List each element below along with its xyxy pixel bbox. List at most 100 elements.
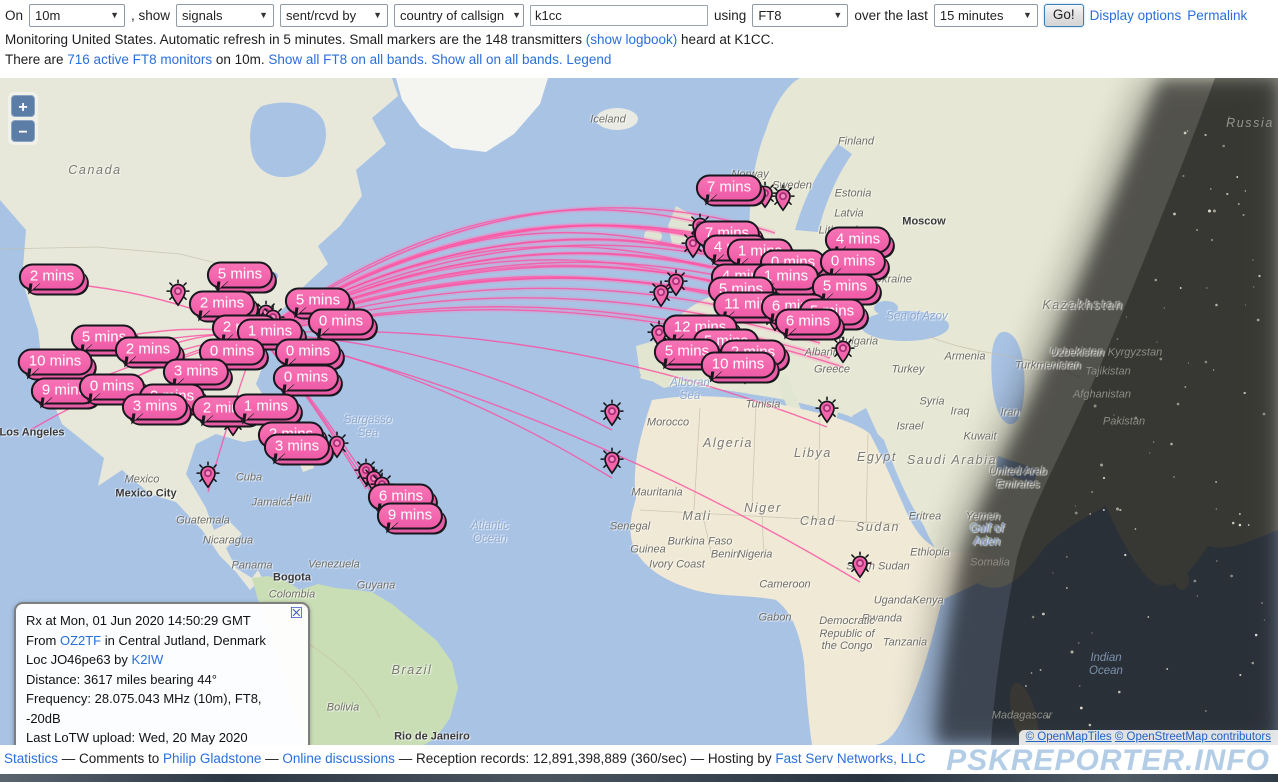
monitor-balloon[interactable]: 2 mins [189, 291, 255, 318]
transmitter-pin[interactable] [601, 400, 624, 433]
show-label: , show [131, 8, 170, 23]
monitor-balloon[interactable]: 0 mins [275, 339, 341, 366]
city-light [1032, 616, 1035, 619]
status-line-2: There are 716 active FT8 monitors on 10m… [5, 52, 611, 67]
permalink-link[interactable]: Permalink [1187, 8, 1247, 23]
city-light [1075, 505, 1076, 506]
city-light [1263, 413, 1266, 416]
city-light [1091, 491, 1093, 493]
city-light [1244, 392, 1246, 394]
city-light [1025, 685, 1027, 687]
chevron-down-icon: ▼ [373, 10, 382, 20]
mode-select[interactable]: FT8 ▼ [752, 4, 848, 27]
signals-select[interactable]: signals ▼ [176, 4, 274, 27]
band-select[interactable]: 10m ▼ [29, 4, 125, 27]
openmaptiles-link[interactable]: © OpenMapTiles [1026, 731, 1112, 743]
popup-line: Frequency: 28.075.043 MHz (10m), FT8, -2… [26, 689, 298, 728]
city-light [1252, 259, 1253, 260]
city-light [1147, 616, 1149, 618]
transmitter-pin[interactable] [650, 281, 673, 314]
city-light [1066, 587, 1068, 589]
monitor-balloon[interactable]: 5 mins [207, 262, 273, 289]
city-light [1230, 575, 1233, 578]
monitor-balloon[interactable]: 3 mins [122, 394, 188, 421]
popup-line: From OZ2TF in Central Jutland, Denmark [26, 631, 298, 651]
sentrcvd-select[interactable]: sent/rcvd by ▼ [280, 4, 388, 27]
city-light [1164, 307, 1165, 308]
city-light [1261, 602, 1263, 604]
transmitter-pin[interactable] [167, 280, 190, 313]
city-light [1216, 508, 1218, 510]
monitor-balloon[interactable]: 9 mins [377, 503, 443, 530]
monitor-balloon[interactable]: 2 mins [19, 264, 85, 291]
city-light [1248, 524, 1250, 526]
map-attribution: © OpenMapTiles © OpenStreetMap contribut… [1019, 730, 1278, 745]
monitor-balloon[interactable]: 3 mins [264, 434, 330, 461]
monitor-balloon[interactable]: 10 mins [701, 352, 776, 379]
callsign-link[interactable]: K2IW [132, 652, 164, 667]
statistics-link[interactable]: Statistics [4, 751, 58, 766]
popup-line: Distance: 3617 miles bearing 44° [26, 670, 298, 690]
city-light [1196, 229, 1198, 231]
callsign-input[interactable] [530, 5, 708, 26]
show-all-link[interactable]: Show all on all bands. [431, 52, 562, 67]
city-light [1184, 386, 1186, 388]
city-light [1103, 477, 1105, 479]
city-light [1204, 134, 1206, 136]
zoom-out-button[interactable]: − [11, 120, 35, 142]
transmitter-pin[interactable] [601, 448, 624, 481]
close-icon[interactable]: ☒ [290, 607, 303, 621]
callsign-link[interactable]: OZ2TF [60, 633, 101, 648]
world-map[interactable]: CanadaIcelandNorwaySwedenFinlandEstoniaL… [0, 78, 1278, 745]
city-light [1135, 528, 1137, 530]
country-select[interactable]: country of callsign ▼ [394, 4, 524, 27]
legend-link[interactable]: Legend [566, 52, 611, 67]
transmitter-pin[interactable] [816, 397, 839, 430]
city-light [1103, 509, 1105, 511]
city-light [1206, 287, 1207, 288]
city-light [1187, 130, 1189, 132]
monitor-balloon[interactable]: 10 mins [18, 349, 93, 376]
philip-gladstone-link[interactable]: Philip Gladstone [163, 751, 261, 766]
active-monitors-link[interactable]: 716 active FT8 monitors [67, 52, 212, 67]
show-logbook-link[interactable]: (show logbook) [586, 32, 678, 47]
display-options-link[interactable]: Display options [1090, 8, 1182, 23]
city-light [1258, 275, 1260, 277]
city-light [1089, 513, 1091, 515]
period-select[interactable]: 15 minutes ▼ [934, 4, 1038, 27]
monitor-balloon[interactable]: 0 mins [308, 309, 374, 336]
go-button[interactable]: Go! [1044, 4, 1084, 27]
city-light [1205, 361, 1208, 364]
online-discussions-link[interactable]: Online discussions [282, 751, 395, 766]
popup-text: Loc JO46pe63 by [26, 652, 132, 667]
popup-text: From [26, 633, 60, 648]
city-light [1100, 464, 1103, 467]
city-light [1173, 213, 1176, 216]
monitor-balloon[interactable]: 0 mins [820, 249, 886, 276]
show-all-ft8-link[interactable]: Show all FT8 on all bands. [268, 52, 427, 67]
sea-of-azov [874, 301, 898, 315]
monitor-balloon[interactable]: 3 mins [163, 359, 229, 386]
city-light [1253, 286, 1254, 287]
city-light [1205, 710, 1207, 712]
monitor-balloon[interactable]: 6 mins [775, 309, 841, 336]
transmitter-pin[interactable] [832, 337, 855, 370]
zoom-in-button[interactable]: + [11, 95, 35, 117]
monitor-balloon[interactable]: 0 mins [273, 365, 339, 392]
city-light [1124, 554, 1126, 556]
city-light [1113, 415, 1114, 416]
transmitter-pin[interactable] [772, 185, 795, 218]
monitor-balloon[interactable]: 7 mins [696, 175, 762, 202]
city-light [1239, 674, 1241, 676]
city-light [1245, 190, 1246, 191]
chevron-down-icon: ▼ [110, 10, 119, 20]
city-light [1215, 481, 1217, 483]
transmitter-pin[interactable] [197, 462, 220, 495]
chevron-down-icon: ▼ [833, 10, 842, 20]
city-light [1216, 560, 1217, 561]
hosting-link[interactable]: Fast Serv Networks, LLC [775, 751, 925, 766]
city-light [1118, 691, 1121, 694]
openstreetmap-link[interactable]: © OpenStreetMap contributors [1115, 731, 1271, 743]
transmitter-pin[interactable] [849, 552, 872, 585]
monitor-balloon[interactable]: 1 mins [233, 394, 299, 421]
